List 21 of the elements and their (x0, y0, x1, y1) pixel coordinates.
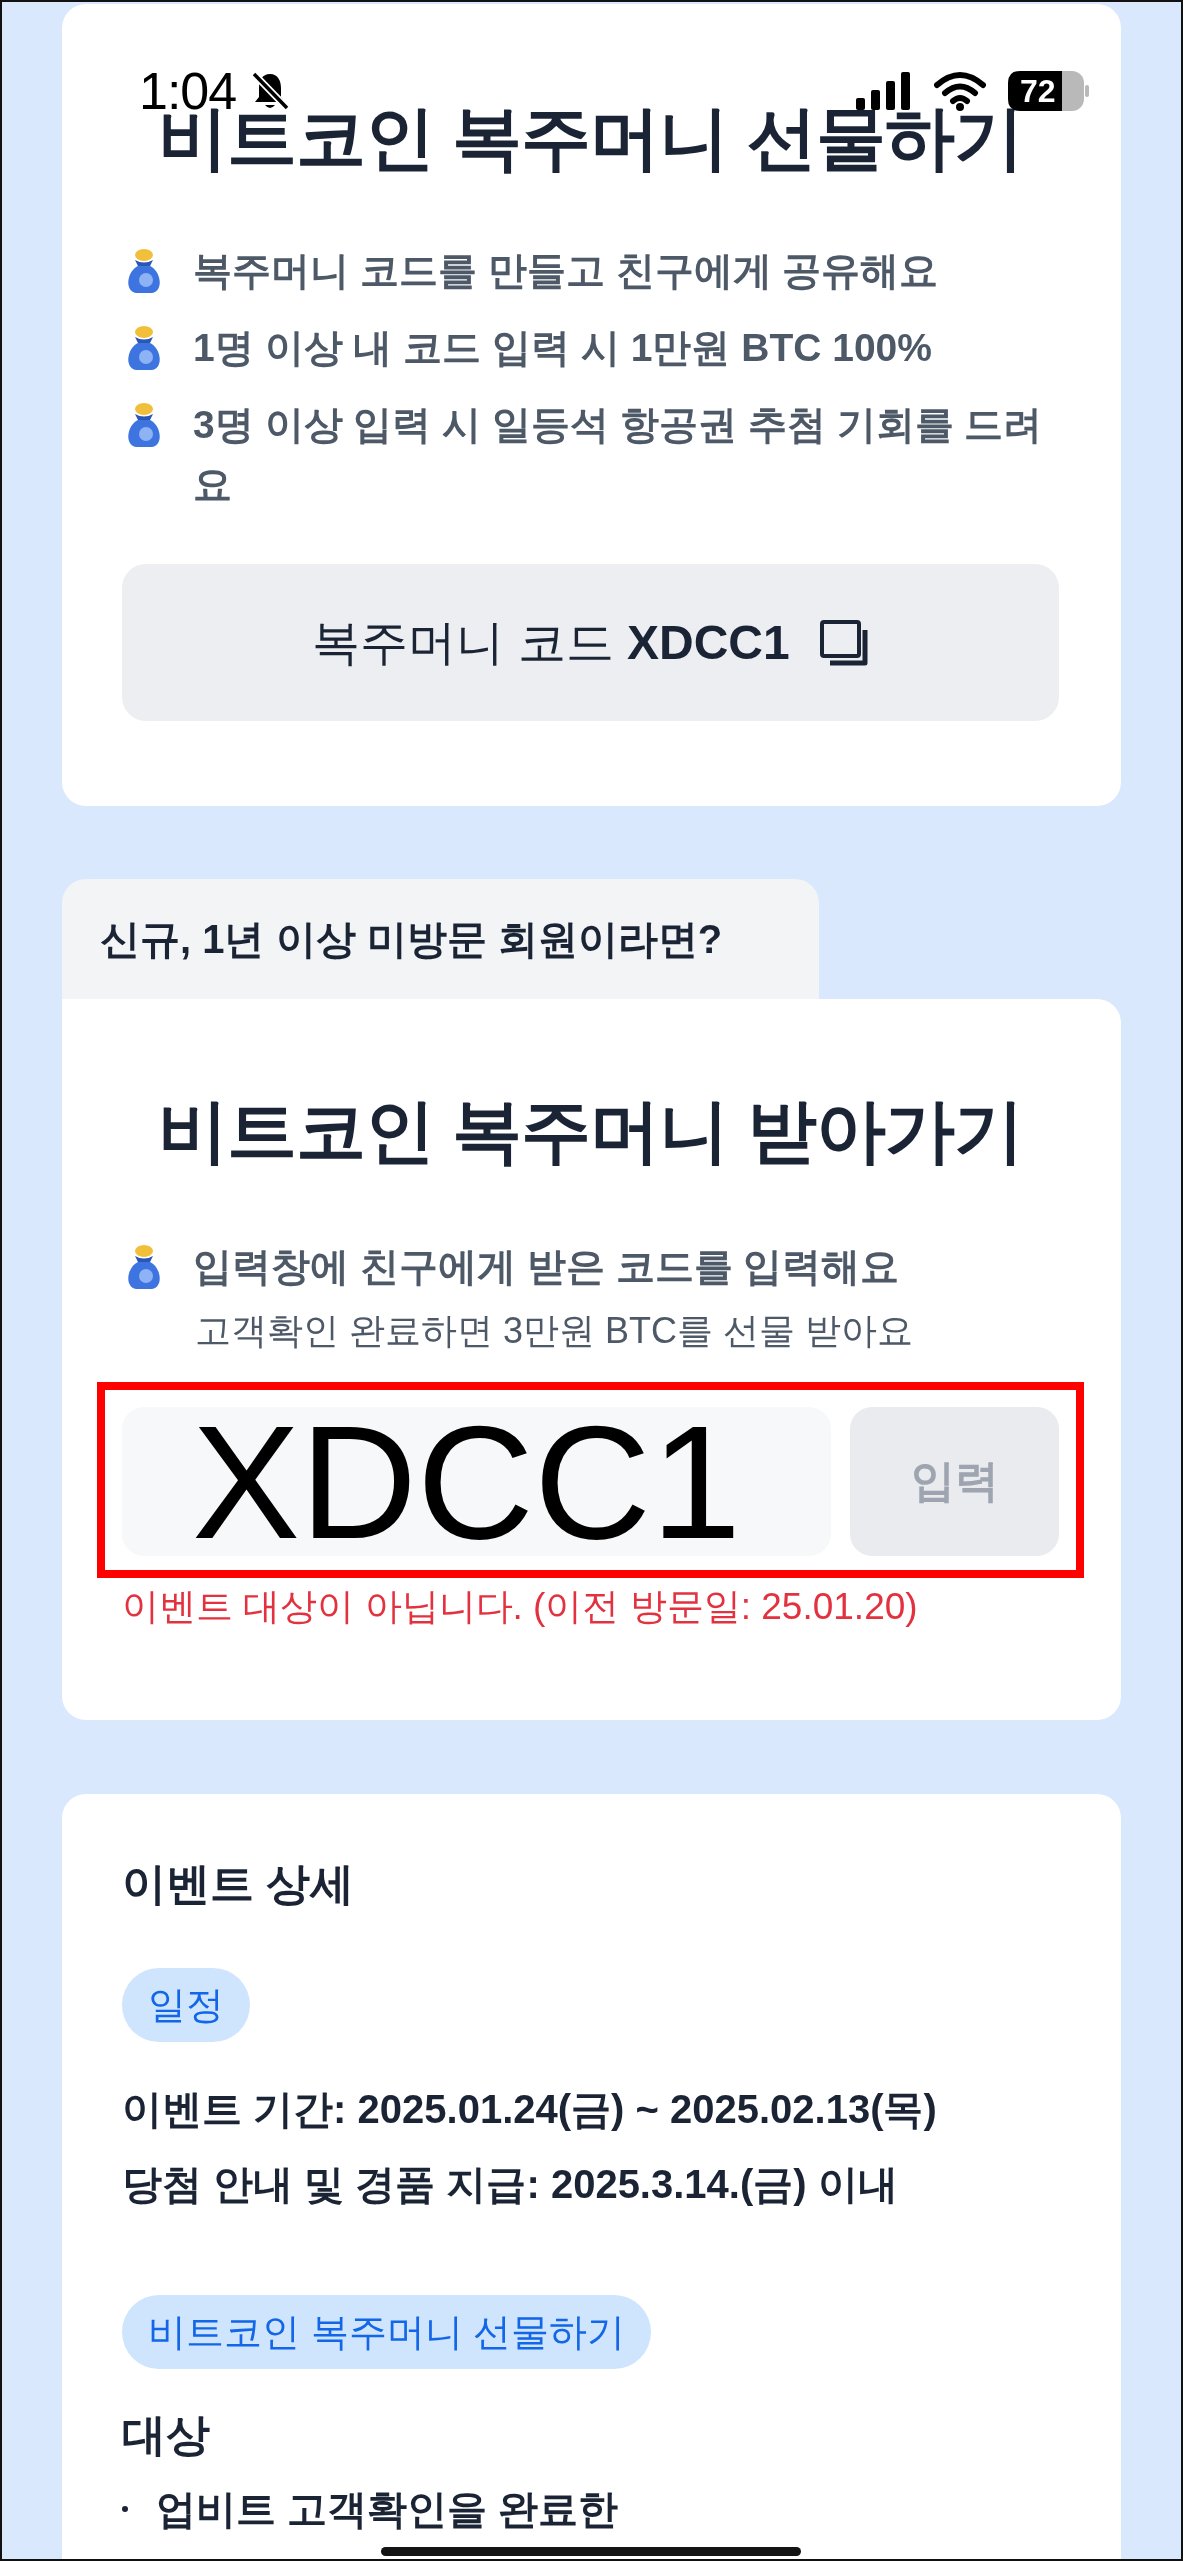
signal-icon (856, 72, 912, 110)
code-input-field[interactable]: XDCC1 (122, 1407, 831, 1556)
bullet-note: 고객확인 완료하면 3만원 BTC를 선물 받아요 (194, 1309, 915, 1353)
section-heading: 이벤트 상세 (122, 1858, 356, 1910)
tag-chip: 일정 (122, 1968, 250, 2042)
tag-chip: 비트코인 복주머니 선물하기 (122, 2295, 652, 2369)
card-title: 비트코인 복주머니 받아가기 (157, 1091, 1024, 1172)
bullet-text: 입력창에 친구에게 받은 코드를 입력해요 (193, 1244, 901, 1290)
bullet-text: 3명 이상 입력 시 일등석 항공권 추첨 기회를 드려요 (193, 402, 1044, 508)
bullet-text: 1명 이상 내 코드 입력 시 1만원 BTC 100% (193, 325, 933, 371)
section-banner: 신규, 1년 이상 미방문 회원이라면? (62, 879, 819, 999)
eligibility-text: 업비트 고객확인을 완료한 (156, 2486, 619, 2533)
copy-code-button[interactable]: 복주머니 코드 XDCC1 (122, 564, 1059, 721)
schedule-text: 이벤트 기간: 2025.01.24(금) ~ 2025.02.13(목) (122, 2086, 938, 2133)
error-message: 이벤트 대상이 아닙니다. (이전 방문일: 25.01.20) (122, 1585, 919, 1629)
copy-icon (819, 619, 869, 666)
schedule-text: 당첨 안내 및 경품 지급: 2025.3.14.(금) 이내 (122, 2161, 899, 2208)
section-heading: 대상 (122, 2409, 211, 2461)
battery-percent: 72 (1020, 73, 1056, 109)
bullet-dot-icon (122, 2506, 128, 2512)
bullet-text: 복주머니 코드를 만들고 친구에게 공유해요 (193, 248, 940, 294)
